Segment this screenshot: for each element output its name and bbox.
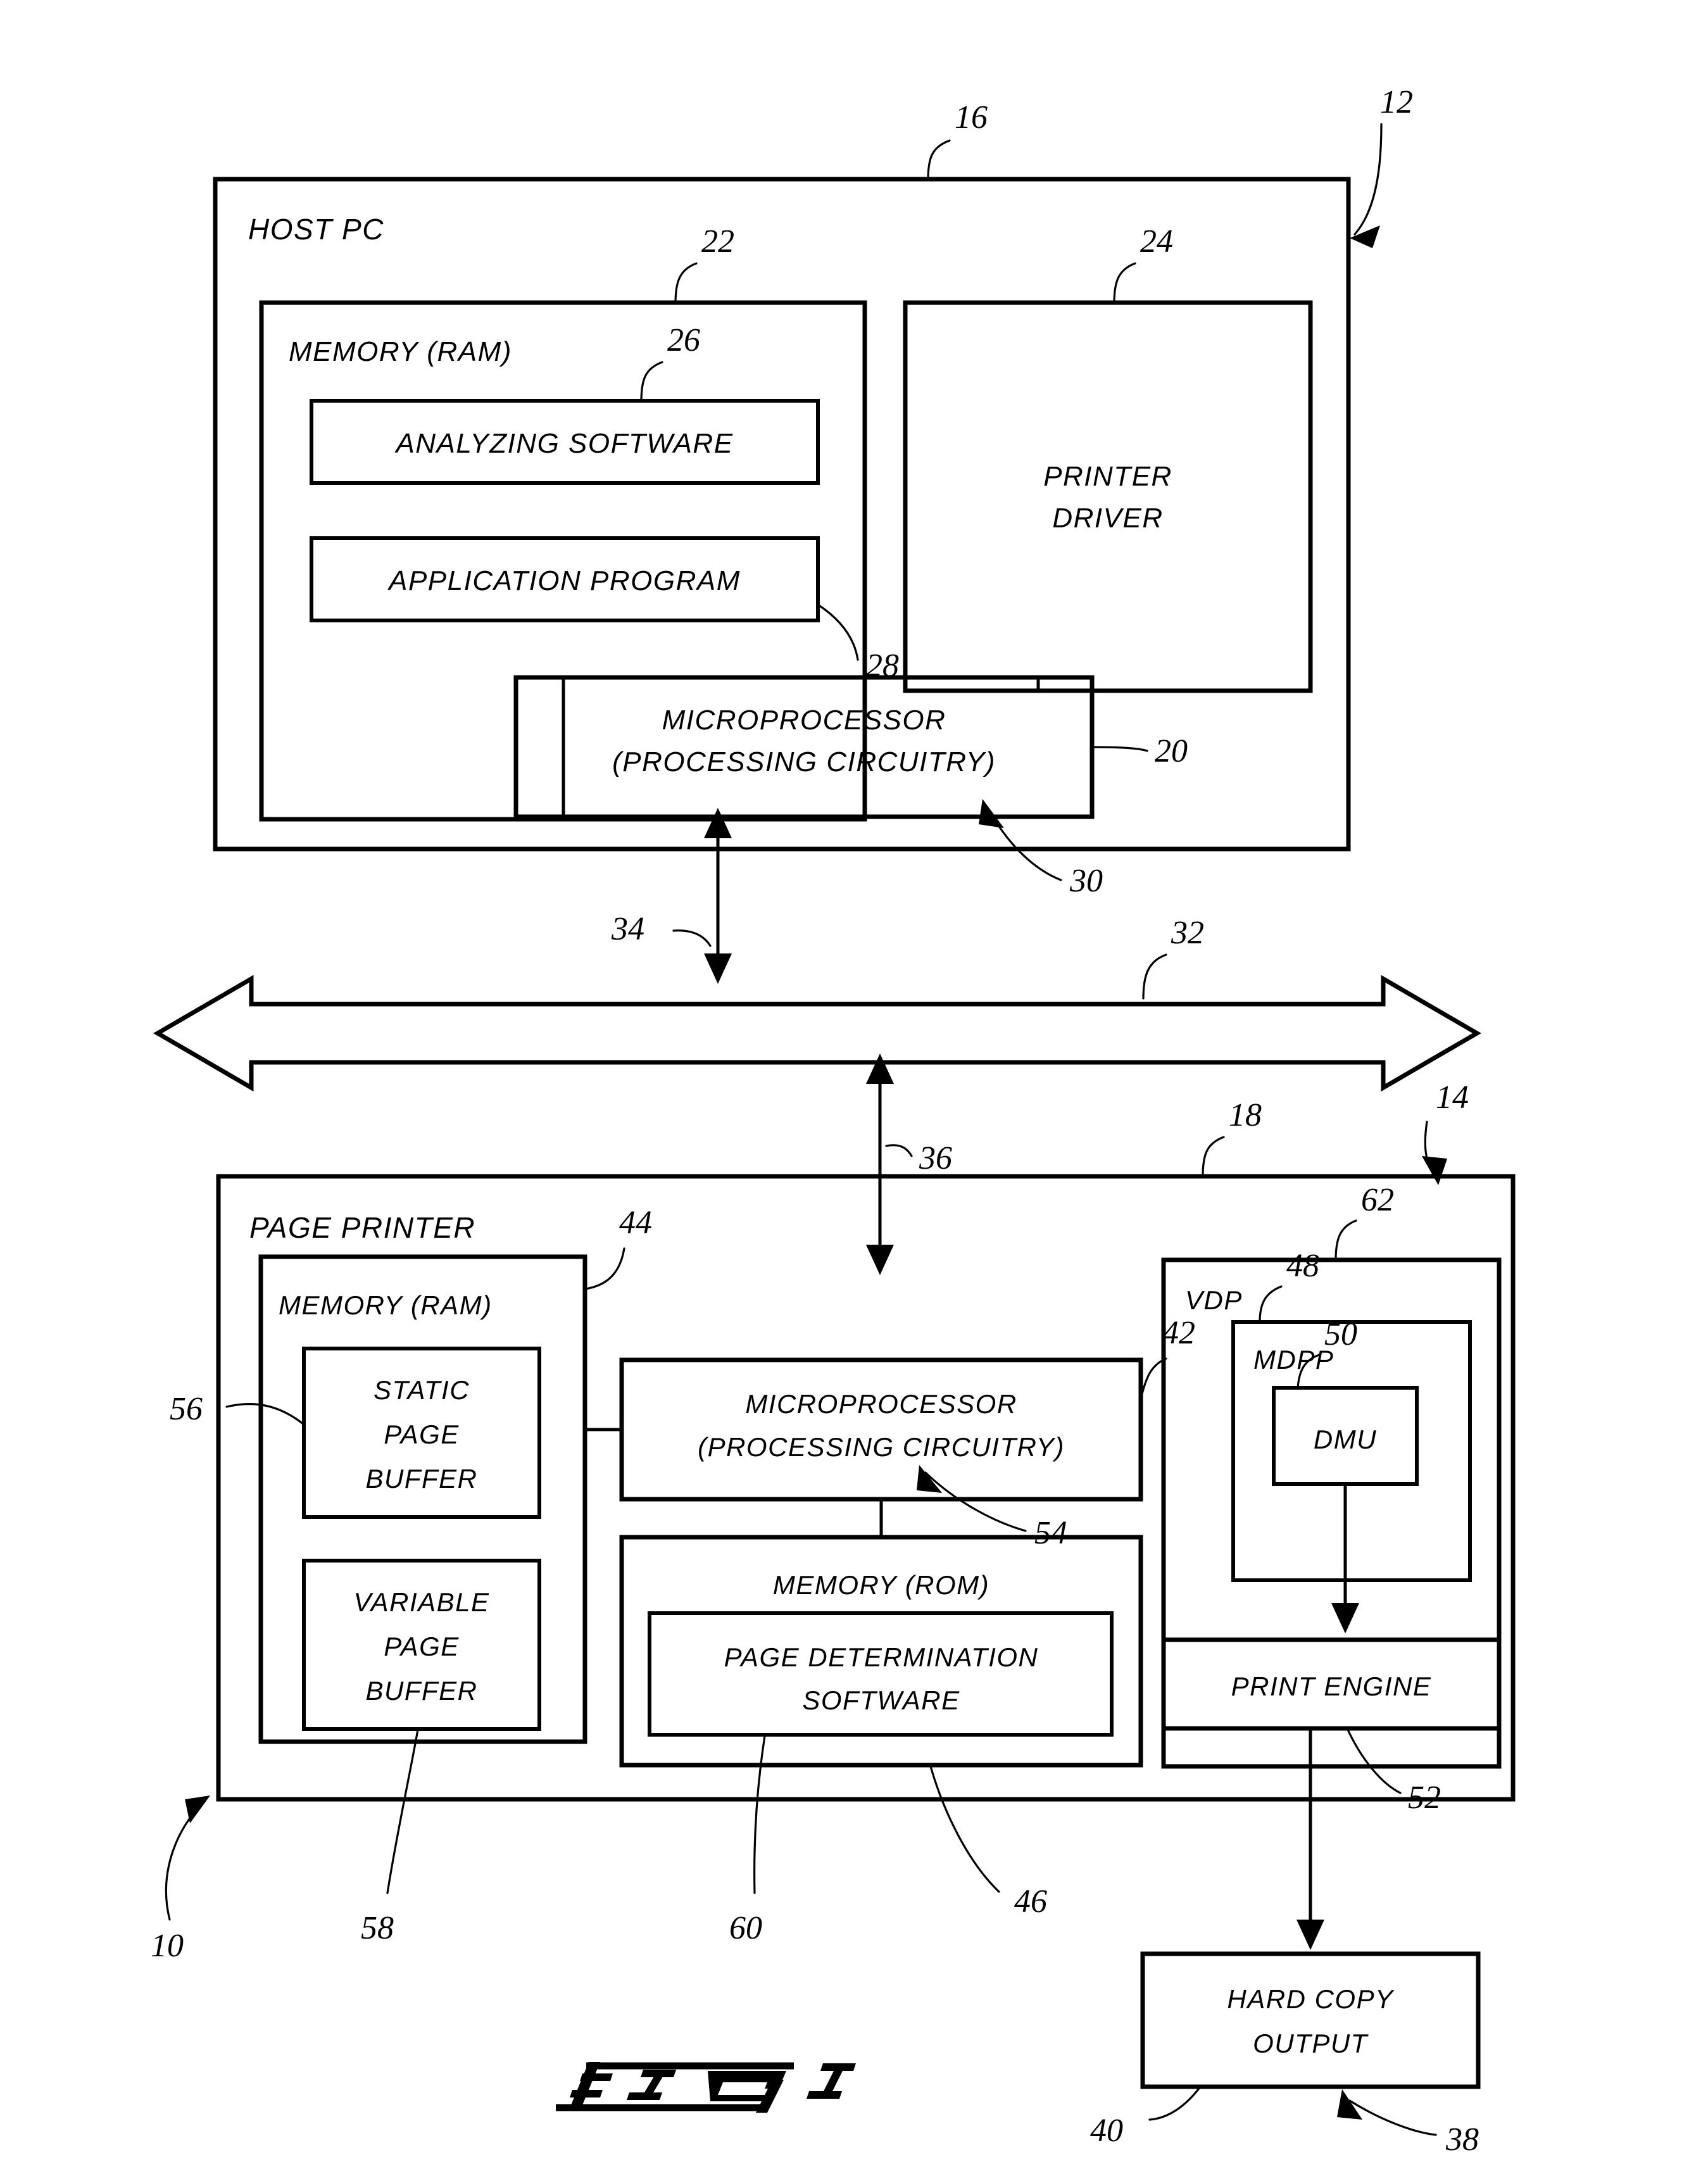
figure-number	[807, 2063, 856, 2099]
printer-driver-box	[903, 300, 1313, 693]
variable-page-buffer-line2: PAGE	[384, 1632, 460, 1661]
lead-line-34	[672, 929, 712, 947]
ref-34: 34	[611, 911, 644, 947]
ref-24: 24	[1140, 223, 1173, 260]
ref-32: 32	[1171, 915, 1204, 951]
lead-line-60	[753, 1735, 766, 1894]
lead-line-22	[674, 262, 698, 305]
lead-line-56	[225, 1403, 305, 1426]
lead-line-52	[1346, 1727, 1402, 1794]
ref-22: 22	[701, 223, 734, 260]
page-determination-software-line2: SOFTWARE	[802, 1685, 960, 1715]
lead-line-28	[817, 603, 859, 661]
lead-line-24	[1113, 262, 1136, 305]
variable-page-buffer-line3: BUFFER	[366, 1676, 478, 1706]
host-memory-ram-title: MEMORY (RAM)	[289, 336, 512, 367]
ref-30: 30	[1069, 863, 1103, 899]
host-microprocessor-label-line2: (PROCESSING CIRCUITRY)	[612, 746, 996, 777]
ref-44: 44	[619, 1205, 652, 1241]
lead-line-54	[924, 1471, 1027, 1532]
page-determination-software-line1: PAGE DETERMINATION	[724, 1642, 1039, 1672]
printer-microprocessor-box	[619, 1357, 1143, 1502]
hard-copy-output-box	[1140, 1951, 1481, 2089]
arrowhead-34-down	[704, 953, 732, 984]
host-pc-title: HOST PC	[248, 213, 384, 246]
ref-10: 10	[151, 1928, 184, 1964]
ref-46: 46	[1014, 1884, 1047, 1920]
ref-62: 62	[1361, 1182, 1394, 1218]
hard-copy-output-line2: OUTPUT	[1253, 2028, 1369, 2058]
lead-line-32	[1142, 953, 1167, 1000]
arrowhead-54	[917, 1465, 942, 1493]
lead-line-18	[1202, 1136, 1225, 1178]
arrowhead-to-print-engine	[1331, 1603, 1359, 1633]
ref-38: 38	[1445, 2122, 1479, 2158]
arrowhead-34-up	[704, 808, 732, 838]
lead-line-10	[165, 1802, 204, 1921]
printer-memory-rom-title: MEMORY (ROM)	[773, 1570, 989, 1600]
lead-line-46	[929, 1765, 1000, 1893]
arrowhead-to-output	[1297, 1920, 1324, 1950]
page-printer-title: PAGE PRINTER	[249, 1211, 475, 1244]
lead-line-62	[1334, 1219, 1357, 1261]
ref-50: 50	[1324, 1316, 1357, 1352]
lead-line-38	[1348, 2099, 1437, 2136]
figure-caption	[556, 2062, 856, 2113]
static-page-buffer-line3: BUFFER	[366, 1464, 478, 1494]
lead-line-58	[386, 1728, 419, 1894]
printer-microprocessor-label-line2: (PROCESSING CIRCUITRY)	[698, 1432, 1065, 1462]
static-page-buffer-line2: PAGE	[384, 1419, 460, 1449]
printer-driver-label-line1: PRINTER	[1043, 461, 1172, 492]
lead-line-26	[640, 361, 663, 403]
analyzing-software-label: ANALYZING SOFTWARE	[394, 428, 733, 459]
arrowhead-14	[1422, 1156, 1447, 1185]
arrowhead-12	[1350, 225, 1380, 248]
arrowhead-30	[979, 799, 1004, 828]
lead-line-48	[1259, 1285, 1283, 1323]
variable-page-buffer-line1: VARIABLE	[353, 1587, 489, 1617]
figure-1-block-diagram: HOST PC 16 12 MEMORY (RAM) 22 ANALYZING …	[151, 84, 1516, 2158]
ref-56: 56	[170, 1391, 203, 1427]
arrowhead-36-down	[866, 1245, 894, 1275]
lead-line-40	[1148, 2085, 1202, 2121]
application-program-label: APPLICATION PROGRAM	[387, 565, 741, 596]
ref-58: 58	[361, 1910, 394, 1946]
ref-48: 48	[1286, 1248, 1319, 1284]
printer-microprocessor-label-line1: MICROPROCESSOR	[745, 1389, 1017, 1419]
lead-line-20	[1091, 746, 1148, 752]
ref-18: 18	[1229, 1097, 1262, 1133]
print-engine-label: PRINT ENGINE	[1231, 1671, 1432, 1701]
mdpp-title: MDPP	[1253, 1345, 1334, 1374]
lead-line-12	[1353, 123, 1383, 236]
page-determination-software-box	[648, 1611, 1114, 1737]
lead-line-44	[584, 1247, 625, 1290]
vdp-title: VDP	[1185, 1285, 1243, 1315]
ref-14: 14	[1436, 1079, 1469, 1116]
lead-line-16	[927, 139, 951, 181]
ref-36: 36	[919, 1140, 952, 1176]
patent-drawing-sheet: HOST PC 16 12 MEMORY (RAM) 22 ANALYZING …	[0, 0, 1708, 2176]
communication-bus	[153, 974, 1481, 1092]
printer-memory-ram-title: MEMORY (RAM)	[279, 1290, 493, 1320]
ref-20: 20	[1155, 733, 1188, 769]
static-page-buffer-line1: STATIC	[374, 1375, 470, 1405]
printer-memory-ram-box	[258, 1254, 587, 1744]
ref-16: 16	[955, 99, 988, 135]
ref-12: 12	[1380, 84, 1413, 120]
ref-40: 40	[1090, 2113, 1123, 2149]
ref-60: 60	[729, 1910, 762, 1946]
ref-54: 54	[1034, 1515, 1067, 1551]
hard-copy-output-line1: HARD COPY	[1227, 1984, 1395, 2014]
ref-26: 26	[667, 322, 700, 358]
ref-42: 42	[1162, 1315, 1195, 1351]
printer-driver-label-line2: DRIVER	[1052, 503, 1163, 534]
lead-line-36	[885, 1144, 913, 1157]
dmu-title: DMU	[1314, 1424, 1377, 1454]
arrowhead-38	[1337, 2089, 1362, 2120]
host-microprocessor-label-line1: MICROPROCESSOR	[662, 705, 946, 736]
ref-52: 52	[1408, 1780, 1441, 1816]
